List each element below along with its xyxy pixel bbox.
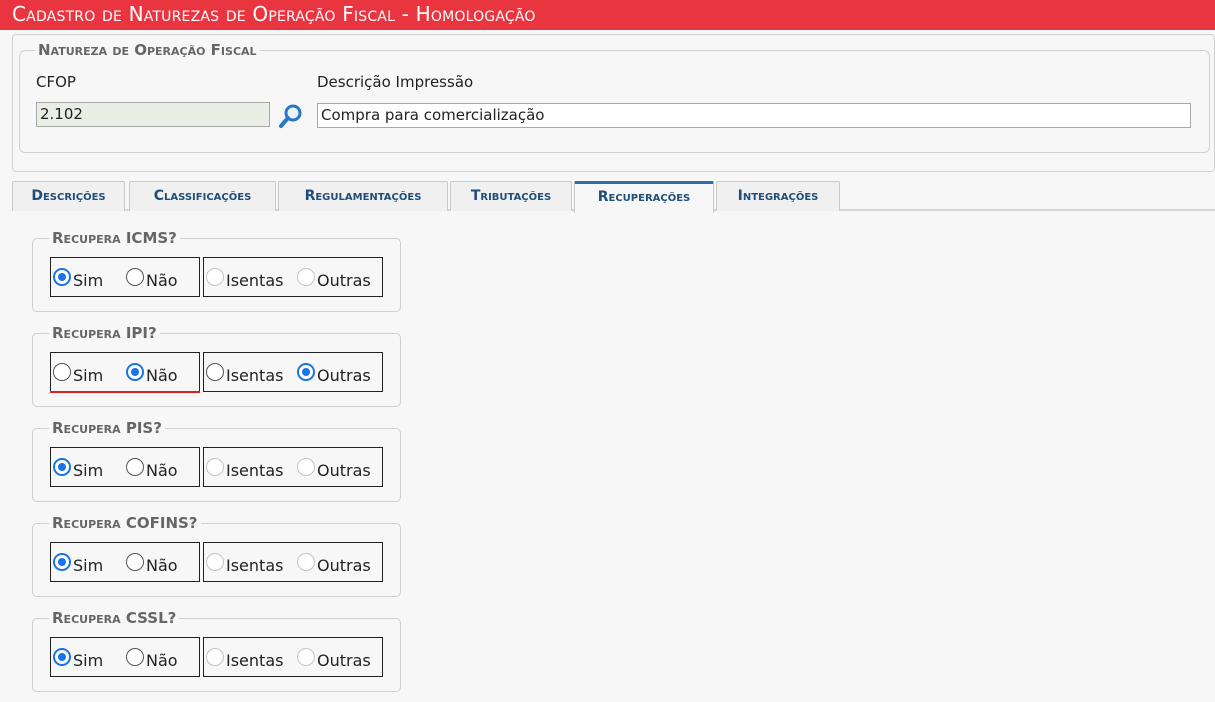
- isentas-outras-box: Isentas Outras: [203, 542, 383, 582]
- radio-sim-icon: [53, 648, 71, 666]
- descricao-field[interactable]: Compra para comercialização: [317, 103, 1191, 128]
- cfop-field[interactable]: 2.102: [36, 102, 270, 127]
- radio-sim-icon: [53, 553, 71, 571]
- radio-outras-icon: [297, 648, 315, 666]
- radio-nao-icon: [126, 363, 144, 381]
- tab-tributacoes[interactable]: Tributações: [450, 181, 572, 211]
- tab-bar: Descrições Classificações Regulamentaçõe…: [12, 181, 1215, 213]
- radio-isentas-icon: [206, 648, 224, 666]
- sim-nao-box: Sim Não: [50, 637, 200, 677]
- sim-nao-box: Sim Não: [50, 542, 200, 582]
- isentas-outras-box: Isentas Outras: [203, 352, 383, 392]
- sim-nao-box: Sim Não: [50, 257, 200, 297]
- cfop-label: CFOP: [36, 73, 76, 91]
- group-cofins: Recupera COFINS? Sim Não Isentas Outras: [32, 514, 401, 597]
- isentas-outras-box: Isentas Outras: [203, 447, 383, 487]
- radio-nao-icon: [126, 268, 144, 286]
- tab-regulamentacoes[interactable]: Regulamentações: [278, 181, 448, 211]
- tab-integracoes[interactable]: Integrações: [716, 181, 840, 211]
- radio-sim-icon: [53, 363, 71, 381]
- radio-nao-icon: [126, 553, 144, 571]
- search-icon: [279, 104, 302, 128]
- radio-isentas-icon: [206, 553, 224, 571]
- group-ipi: Recupera IPI? Sim Não Isentas Outras: [32, 324, 401, 407]
- radio-outras-icon: [297, 553, 315, 571]
- group-legend: Recupera IPI?: [49, 324, 160, 342]
- radio-sim-icon: [53, 268, 71, 286]
- radio-outras-icon: [297, 363, 315, 381]
- radio-isentas-icon: [206, 458, 224, 476]
- group-legend: Recupera COFINS?: [49, 514, 201, 532]
- radio-outras-icon: [297, 458, 315, 476]
- group-legend: Recupera CSSL?: [49, 609, 180, 627]
- tab-descricoes[interactable]: Descrições: [12, 181, 125, 211]
- group-cssl: Recupera CSSL? Sim Não Isentas Outras: [32, 609, 401, 692]
- isentas-outras-box: Isentas Outras: [203, 257, 383, 297]
- validation-underline: [50, 391, 200, 393]
- tab-classificacoes[interactable]: Classificações: [129, 181, 276, 211]
- descricao-label: Descrição Impressão: [317, 73, 474, 91]
- group-icms: Recupera ICMS? Sim Não Isentas Outras: [32, 229, 401, 312]
- tab-recuperacoes[interactable]: Recuperações: [574, 181, 714, 213]
- group-legend: Recupera PIS?: [49, 419, 165, 437]
- natureza-legend: Natureza de Operação Fiscal: [35, 41, 260, 59]
- group-legend: Recupera ICMS?: [49, 229, 180, 247]
- sim-nao-box: Sim Não: [50, 352, 200, 392]
- radio-nao-icon: [126, 458, 144, 476]
- title-bar: Cadastro de Naturezas de Operação Fiscal…: [0, 0, 1215, 30]
- group-pis: Recupera PIS? Sim Não Isentas Outras: [32, 419, 401, 502]
- radio-isentas-icon: [206, 268, 224, 286]
- radio-isentas-icon: [206, 363, 224, 381]
- isentas-outras-box: Isentas Outras: [203, 637, 383, 677]
- radio-nao-icon: [126, 648, 144, 666]
- page-title: Cadastro de Naturezas de Operação Fiscal…: [12, 2, 536, 26]
- radio-outras-icon: [297, 268, 315, 286]
- search-button[interactable]: [278, 103, 304, 129]
- sim-nao-box: Sim Não: [50, 447, 200, 487]
- radio-sim-icon: [53, 458, 71, 476]
